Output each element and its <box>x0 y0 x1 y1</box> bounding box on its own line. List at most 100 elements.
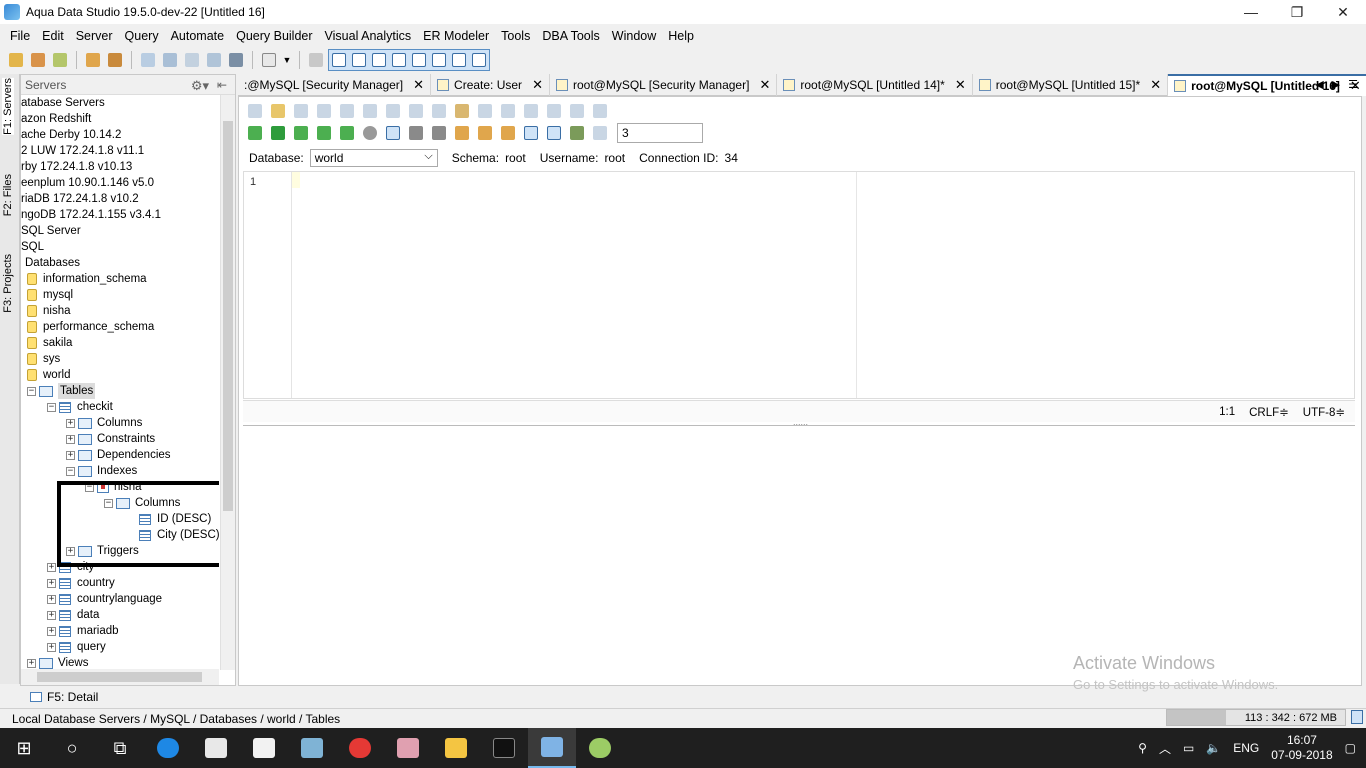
paste-icon[interactable] <box>452 101 472 121</box>
stop-icon[interactable] <box>360 123 380 143</box>
undo-icon[interactable] <box>475 101 495 121</box>
find-icon[interactable] <box>521 101 541 121</box>
collapse-toggle[interactable]: − <box>66 466 75 476</box>
tree-node-databases[interactable]: Databases <box>25 255 80 271</box>
garbage-collect-icon[interactable] <box>1351 710 1363 724</box>
execute-all-icon[interactable] <box>245 123 265 143</box>
tab-security-manager-1[interactable]: :@MySQL [Security Manager] ✕ <box>238 74 432 96</box>
select-icon[interactable] <box>383 101 403 121</box>
chevron-down-icon[interactable]: ▼ <box>281 50 293 70</box>
network-icon[interactable]: ▭ <box>1183 741 1194 755</box>
close-icon[interactable]: ✕ <box>955 77 966 93</box>
detail-tab[interactable]: F5: Detail <box>30 690 98 704</box>
tree-node-db2[interactable]: 2 LUW 172.24.1.8 v11.1 <box>21 143 144 159</box>
expand-toggle[interactable]: + <box>27 658 36 668</box>
task-view-icon[interactable]: ⧉ <box>96 728 144 768</box>
tab-list-icon[interactable]: ☰ <box>1348 78 1358 91</box>
tree-node-db-performance-schema[interactable]: performance_schema <box>27 319 154 335</box>
app-notepad-icon[interactable] <box>288 728 336 768</box>
menu-visual-analytics[interactable]: Visual Analytics <box>319 29 418 43</box>
tree-node-local-servers[interactable]: atabase Servers <box>21 95 105 111</box>
tree-node-derby-2[interactable]: rby 172.24.1.8 v10.13 <box>21 159 132 175</box>
tree-horizontal-scrollbar[interactable] <box>21 669 219 685</box>
save-all-icon[interactable] <box>337 101 357 121</box>
splitter-grip[interactable]: ...... <box>793 417 808 427</box>
tree-node-indexes[interactable]: − Indexes <box>66 463 137 479</box>
execute-current-icon[interactable] <box>291 123 311 143</box>
tab-security-manager-2[interactable]: root@MySQL [Security Manager] ✕ <box>550 74 778 96</box>
max-rows-input[interactable]: 3 <box>617 123 703 143</box>
menu-er-modeler[interactable]: ER Modeler <box>417 29 495 43</box>
server-properties-icon[interactable] <box>50 50 70 70</box>
gear-icon[interactable]: ⚙▾ <box>191 78 209 94</box>
expand-toggle[interactable]: + <box>66 450 75 460</box>
tab-servers[interactable]: F1: Servers <box>2 78 14 135</box>
table-view-icon[interactable] <box>390 51 408 69</box>
tree-node-table-country[interactable]: + country <box>47 575 115 591</box>
menu-help[interactable]: Help <box>662 29 700 43</box>
max-rows-icon[interactable] <box>590 123 610 143</box>
query-analyzer-icon[interactable] <box>160 50 180 70</box>
history-icon[interactable] <box>306 50 326 70</box>
scrollbar-thumb[interactable] <box>223 121 233 511</box>
windows-start-icon[interactable]: ⊞ <box>0 728 48 768</box>
print-icon[interactable] <box>360 101 380 121</box>
open-file-icon[interactable] <box>268 101 288 121</box>
minimize-panel-icon[interactable]: ⇤ <box>217 78 227 92</box>
expand-toggle[interactable]: + <box>47 578 56 588</box>
tab-untitled-14[interactable]: root@MySQL [Untitled 14]* ✕ <box>777 74 973 96</box>
tree-node-db-information-schema[interactable]: information_schema <box>27 271 147 287</box>
expand-toggle[interactable]: + <box>47 562 56 572</box>
chevron-left-icon[interactable]: ◀ <box>1315 78 1323 91</box>
font-increase-icon[interactable] <box>590 101 610 121</box>
tree-node-constraints[interactable]: + Constraints <box>66 431 155 447</box>
tree-node-mariadb[interactable]: riaDB 172.24.1.8 v10.2 <box>21 191 139 207</box>
volume-icon[interactable]: 🔈 <box>1206 741 1221 755</box>
people-icon[interactable]: ⚲ <box>1138 741 1147 755</box>
file-explorer-icon[interactable] <box>432 728 480 768</box>
notifications-icon[interactable]: ▢ <box>1345 741 1356 755</box>
format-icon[interactable] <box>452 123 472 143</box>
terminal-icon[interactable] <box>480 728 528 768</box>
tree-node-derby[interactable]: ache Derby 10.14.2 <box>21 127 121 143</box>
results-splitter[interactable]: ...... <box>243 417 1355 428</box>
scrollbar-thumb[interactable] <box>37 672 202 682</box>
close-icon[interactable]: ✕ <box>759 77 770 93</box>
mail-icon[interactable] <box>240 728 288 768</box>
expand-toggle[interactable]: + <box>66 418 75 428</box>
database-select[interactable]: world <box>309 148 438 167</box>
tab-projects[interactable]: F3: Projects <box>2 254 14 313</box>
document-icon[interactable] <box>259 50 279 70</box>
tab-create-user[interactable]: Create: User ✕ <box>431 74 550 96</box>
chart-view-icon[interactable] <box>470 51 488 69</box>
close-icon[interactable]: ✕ <box>1150 77 1161 93</box>
text-view-icon[interactable] <box>430 51 448 69</box>
export-icon[interactable] <box>226 50 246 70</box>
uncomment-icon[interactable] <box>498 123 518 143</box>
expand-toggle[interactable]: + <box>47 610 56 620</box>
tree-node-db-world[interactable]: world <box>27 367 70 383</box>
results-export-icon[interactable] <box>567 123 587 143</box>
window-view-icon[interactable] <box>370 51 388 69</box>
tree-node-table-query[interactable]: + query <box>47 639 106 655</box>
results-grid-icon[interactable] <box>521 123 541 143</box>
minimize-button[interactable]: — <box>1228 0 1274 24</box>
menu-automate[interactable]: Automate <box>165 29 231 43</box>
menu-query-builder[interactable]: Query Builder <box>230 29 318 43</box>
tree-node-dependencies[interactable]: + Dependencies <box>66 447 171 463</box>
rollback-icon[interactable] <box>429 123 449 143</box>
comment-icon[interactable] <box>475 123 495 143</box>
tree-node-db-sys[interactable]: sys <box>27 351 60 367</box>
clock[interactable]: 16:07 07-09-2018 <box>1271 733 1332 763</box>
expand-toggle[interactable]: + <box>66 434 75 444</box>
cut-icon[interactable] <box>406 101 426 121</box>
tree-node-table-countrylanguage[interactable]: + countrylanguage <box>47 591 162 607</box>
explain-plan-icon[interactable] <box>337 123 357 143</box>
tree-node-mongodb[interactable]: ngoDB 172.24.1.155 v3.4.1 <box>21 207 161 223</box>
menu-window[interactable]: Window <box>606 29 662 43</box>
collapse-toggle[interactable]: − <box>47 402 56 412</box>
close-icon[interactable]: ✕ <box>532 77 543 93</box>
memory-indicator[interactable]: 113 : 342 : 672 MB <box>1166 709 1346 726</box>
tile-view-icon[interactable] <box>450 51 468 69</box>
aqua-data-studio-taskbar-icon[interactable] <box>528 728 576 768</box>
